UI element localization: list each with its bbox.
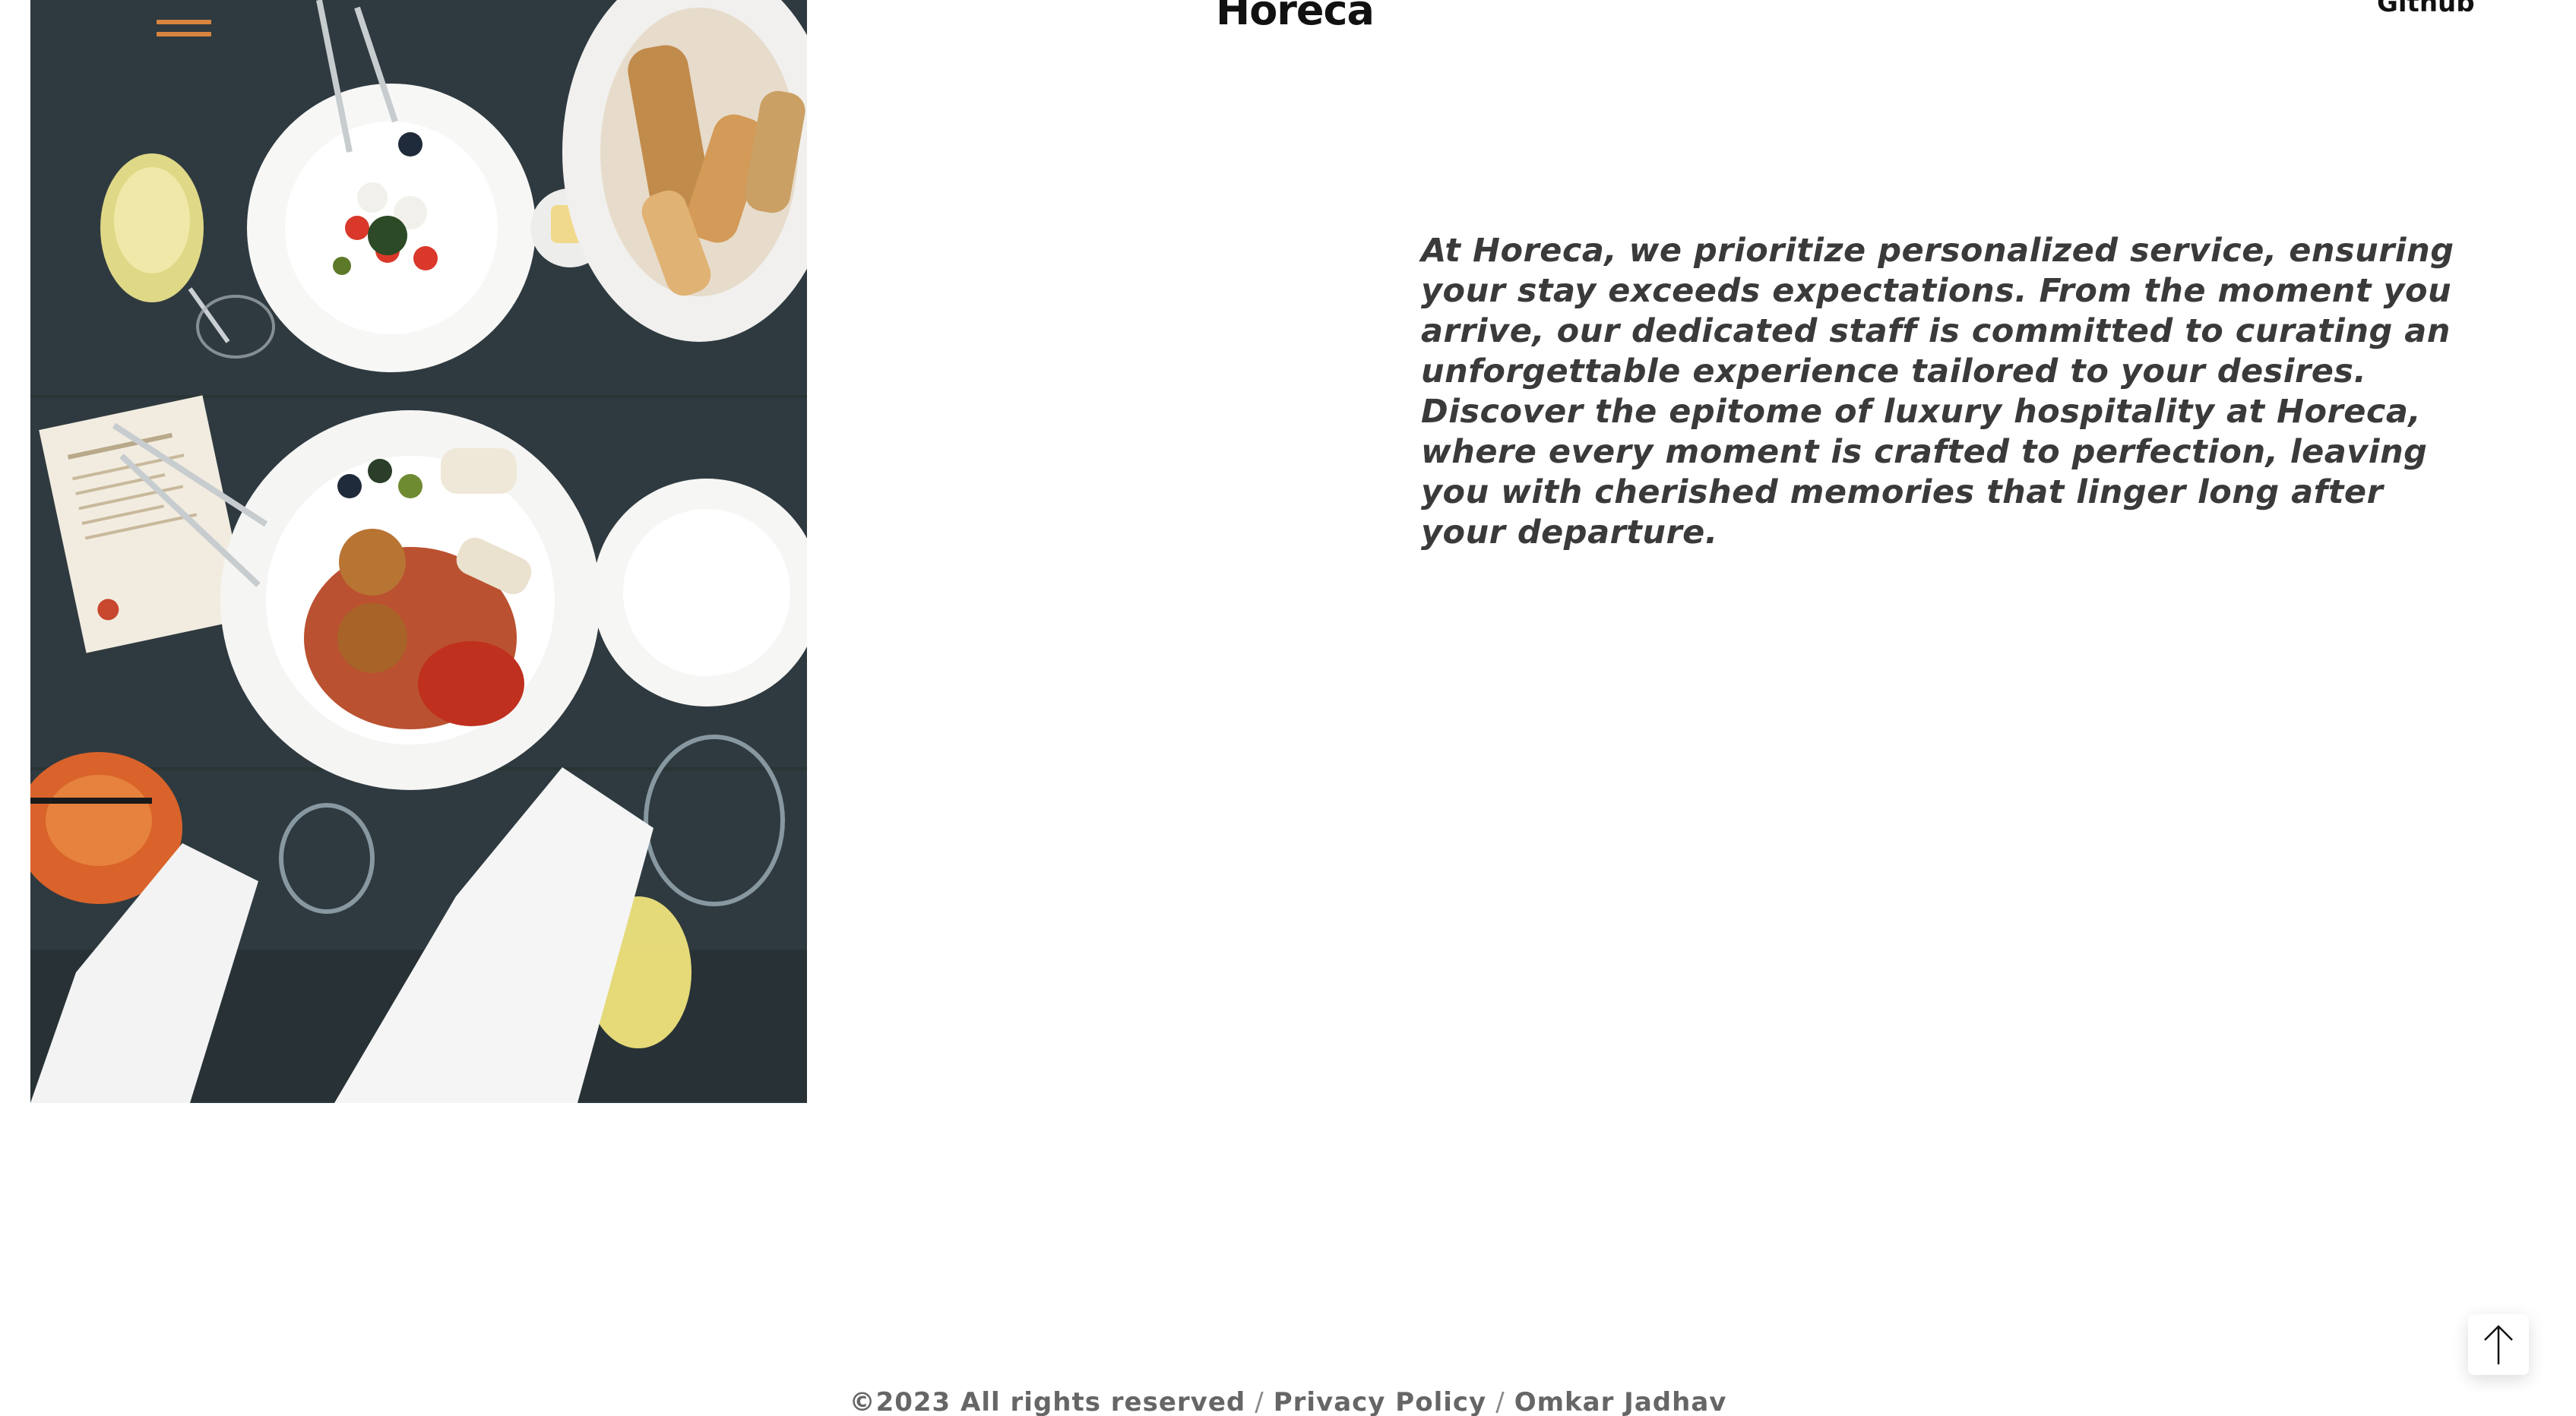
scroll-to-top-button[interactable] xyxy=(2468,1314,2529,1375)
food-illustration xyxy=(30,0,807,1103)
footer: ©2023 All rights reserved / Privacy Policy… xyxy=(0,1387,2576,1416)
github-link[interactable]: Github xyxy=(2377,0,2475,18)
footer-separator: / xyxy=(1495,1387,1505,1416)
menu-button[interactable] xyxy=(149,17,219,44)
author-link[interactable]: Omkar Jadhav xyxy=(1514,1387,1727,1416)
arrow-up-icon xyxy=(2484,1325,2513,1364)
intro-paragraph: At Horeca, we prioritize personalized se… xyxy=(1421,232,2454,552)
copyright-text: ©2023 All rights reserved xyxy=(849,1387,1246,1416)
page: Horeca Github At Horeca, we prioritize p… xyxy=(0,0,2576,1416)
brand-logo[interactable]: Horeca xyxy=(1216,0,1375,34)
hero-image xyxy=(30,0,807,1103)
privacy-policy-link[interactable]: Privacy Policy xyxy=(1274,1387,1487,1416)
hamburger-menu-icon xyxy=(157,20,211,24)
footer-separator: / xyxy=(1255,1387,1264,1416)
hamburger-menu-icon-line xyxy=(157,32,211,36)
